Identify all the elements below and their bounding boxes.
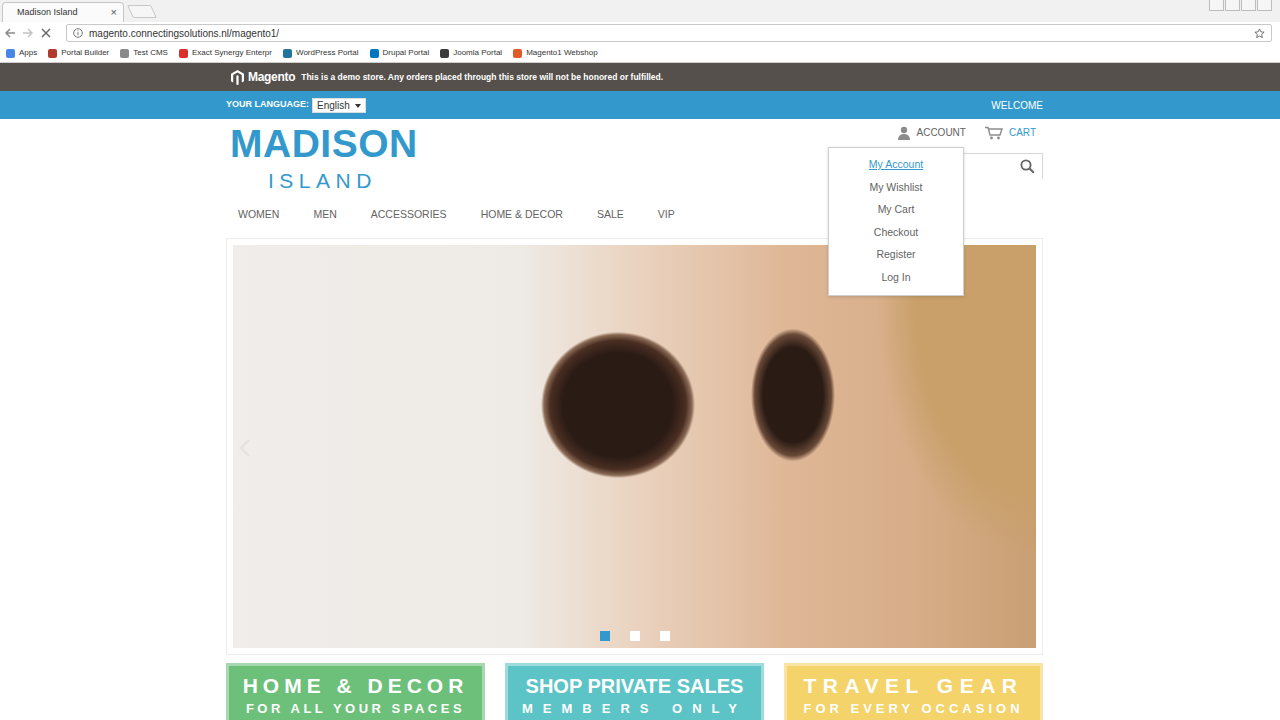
url-text: magento.connectingsolutions.nl/magento1/ xyxy=(89,26,279,41)
bookmarks-bar: Apps Portal Builder Test CMS Exact Synergy … xyxy=(0,44,1280,63)
magento-logo-icon xyxy=(230,69,245,86)
promo-title: HOME & DECOR xyxy=(226,674,485,698)
demo-notice-text: This is a demo store. Any orders placed … xyxy=(301,71,663,84)
address-bar[interactable]: magento.connectingsolutions.nl/magento1/ xyxy=(66,24,1272,42)
slideshow xyxy=(226,238,1043,655)
forward-icon[interactable] xyxy=(22,27,34,39)
bookmark-item[interactable]: Apps xyxy=(6,47,37,59)
cart-icon xyxy=(984,126,1003,140)
bookmark-icon xyxy=(48,49,57,58)
stop-icon[interactable] xyxy=(40,27,52,39)
nav-link-item[interactable]: WOMEN xyxy=(238,208,279,220)
nav-link-item[interactable]: ACCESSORIES xyxy=(371,208,447,220)
nav-link-item[interactable]: MEN xyxy=(313,208,336,220)
promo-subtitle: FOR ALL YOUR SPACES xyxy=(226,699,485,719)
account-menu: My AccountMy WishlistMy CartCheckoutRegi… xyxy=(828,147,964,296)
nav-link-item[interactable]: SALE xyxy=(597,208,624,220)
minimize-button[interactable] xyxy=(1225,0,1240,11)
promo-row: HOME & DECORFOR ALL YOUR SPACES SHOP PRIV… xyxy=(226,663,1043,720)
nav-link-item[interactable]: VIP xyxy=(658,208,675,220)
promo-tile[interactable]: SHOP PRIVATE SALESMEMBERS ONLY xyxy=(505,663,764,720)
welcome-text: WELCOME xyxy=(991,98,1043,113)
slide-dot[interactable] xyxy=(660,631,670,641)
tab-close-button[interactable]: × xyxy=(111,7,117,18)
bookmark-item[interactable]: Magento1 Webshop xyxy=(513,47,597,59)
logo-title: MADISON xyxy=(230,124,418,163)
bookmark-icon xyxy=(283,49,292,58)
bookmark-icon xyxy=(370,49,379,58)
cart-link[interactable]: CART xyxy=(984,126,1036,140)
bookmark-label: Apps xyxy=(19,47,37,59)
bookmark-item[interactable]: WordPress Portal xyxy=(283,47,359,59)
nav-entry: MEN xyxy=(313,207,336,223)
nav-entry: VIP xyxy=(658,207,675,223)
bookmark-item[interactable]: Portal Builder xyxy=(48,47,109,59)
browser-tab[interactable]: Madison Island × xyxy=(2,2,124,22)
tab-title: Madison Island xyxy=(17,6,78,20)
bookmark-label: Drupal Portal xyxy=(383,47,430,59)
person-icon xyxy=(897,126,911,140)
promo-tile[interactable]: TRAVEL GEARFOR EVERY OCCASION xyxy=(784,663,1043,720)
promo-title: SHOP PRIVATE SALES xyxy=(505,674,764,698)
language-select[interactable]: English xyxy=(312,98,366,113)
promo-subtitle: MEMBERS ONLY xyxy=(505,699,764,719)
promo-title: TRAVEL GEAR xyxy=(784,674,1043,698)
account-menu-item[interactable]: My Account xyxy=(829,153,963,176)
language-value: English xyxy=(317,98,350,113)
site-header: MADISON ISLAND ACCOUNT CART My AccountMy… xyxy=(226,119,1043,200)
slide-dot[interactable] xyxy=(630,631,640,641)
nav-entry: ACCESSORIES xyxy=(371,207,447,223)
account-menu-item[interactable]: Register xyxy=(829,243,963,266)
previous-slide-icon[interactable] xyxy=(239,438,251,458)
language-bar: YOUR LANGUAGE: English WELCOME xyxy=(0,91,1280,119)
nav-entry: HOME & DECOR xyxy=(481,207,563,223)
search-icon[interactable] xyxy=(1020,159,1035,174)
bookmark-item[interactable]: Joomla Portal xyxy=(440,47,502,59)
site-logo[interactable]: MADISON ISLAND xyxy=(226,119,418,200)
bookmark-icon xyxy=(120,49,129,58)
close-window-button[interactable] xyxy=(1257,0,1272,11)
logo-subtitle: ISLAND xyxy=(268,170,418,191)
slide-dot[interactable] xyxy=(600,631,610,641)
bookmark-label: WordPress Portal xyxy=(296,47,359,59)
new-tab-button[interactable] xyxy=(127,5,157,18)
bookmark-item[interactable]: Test CMS xyxy=(120,47,168,59)
account-menu-item[interactable]: Log In xyxy=(829,266,963,289)
magento-logo: Magento xyxy=(248,68,295,86)
promo-tile[interactable]: HOME & DECORFOR ALL YOUR SPACES xyxy=(226,663,485,720)
bookmark-label: Test CMS xyxy=(133,47,168,59)
bookmark-label: Exact Synergy Enterpr xyxy=(192,47,272,59)
bookmark-label: Magento1 Webshop xyxy=(526,47,597,59)
account-label: ACCOUNT xyxy=(917,126,966,140)
bookmark-icon xyxy=(6,49,15,58)
bookmark-label: Joomla Portal xyxy=(453,47,502,59)
bookmark-item[interactable]: Drupal Portal xyxy=(370,47,430,59)
info-icon[interactable] xyxy=(73,28,83,38)
bookmark-icon xyxy=(179,49,188,58)
demo-notice: Magento This is a demo store. Any orders… xyxy=(0,63,1280,91)
profile-button[interactable] xyxy=(1209,0,1224,11)
bookmark-item[interactable]: Exact Synergy Enterpr xyxy=(179,47,272,59)
restore-button[interactable] xyxy=(1241,0,1256,11)
bookmark-icon xyxy=(513,49,522,58)
account-menu-item[interactable]: Checkout xyxy=(829,221,963,244)
bookmark-icon xyxy=(440,49,449,58)
slide-dots xyxy=(233,631,1036,641)
back-icon[interactable] xyxy=(4,27,16,39)
promo-subtitle: FOR EVERY OCCASION xyxy=(784,699,1043,719)
nav-entry: WOMEN xyxy=(238,207,279,223)
account-link[interactable]: ACCOUNT xyxy=(897,126,966,140)
star-icon[interactable] xyxy=(1254,28,1265,39)
tab-strip: Madison Island × xyxy=(0,0,1280,22)
window-controls xyxy=(1208,0,1272,11)
nav-link-item[interactable]: HOME & DECOR xyxy=(481,208,563,220)
language-label: YOUR LANGUAGE: xyxy=(226,98,309,112)
nav-entry: SALE xyxy=(597,207,624,223)
cart-label: CART xyxy=(1009,126,1036,140)
account-menu-item[interactable]: My Wishlist xyxy=(829,176,963,199)
account-menu-item[interactable]: My Cart xyxy=(829,198,963,221)
browser-toolbar: magento.connectingsolutions.nl/magento1/ xyxy=(0,22,1280,44)
bookmark-label: Portal Builder xyxy=(61,47,109,59)
hero-photo[interactable] xyxy=(233,245,1036,648)
